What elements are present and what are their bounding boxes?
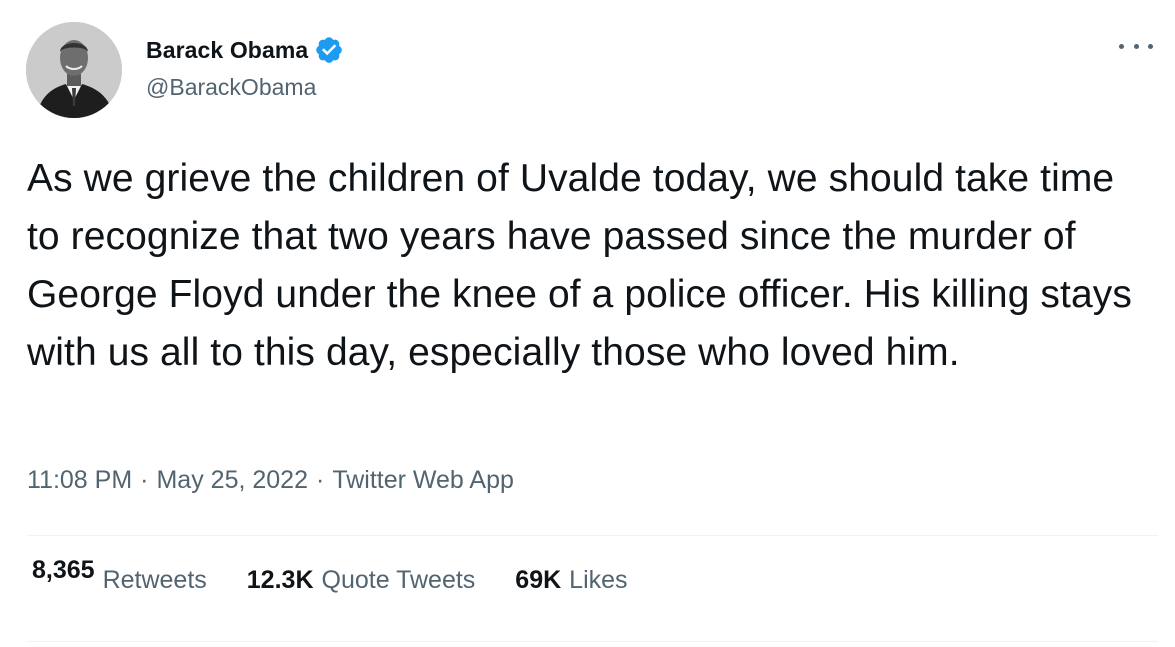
retweets-stat[interactable]: 8,365 Retweets	[32, 556, 207, 595]
author-name-row: Barack Obama	[146, 34, 344, 66]
dot	[1119, 43, 1124, 49]
retweets-label: Retweets	[102, 566, 207, 594]
dot	[1148, 43, 1153, 49]
likes-stat[interactable]: 69K Likes	[515, 566, 627, 595]
avatar[interactable]	[26, 22, 122, 118]
verified-badge-icon	[314, 35, 344, 65]
author-display-name[interactable]: Barack Obama	[146, 37, 308, 64]
meta-separator: ·	[315, 466, 325, 494]
tweet-card: Barack Obama @BarackObama As we grieve t…	[0, 0, 1175, 647]
tweet-source[interactable]: Twitter Web App	[332, 466, 514, 494]
tweet-text: As we grieve the children of Uvalde toda…	[27, 157, 1132, 374]
tweet-time[interactable]: 11:08 PM	[27, 466, 132, 494]
divider	[27, 535, 1158, 536]
more-options-icon[interactable]	[1119, 36, 1153, 56]
likes-label: Likes	[569, 566, 628, 594]
author-handle[interactable]: @BarackObama	[146, 74, 316, 101]
tweet-meta: 11:08 PM · May 25, 2022 · Twitter Web App	[27, 466, 514, 495]
quote-tweets-label: Quote Tweets	[321, 566, 476, 594]
profile-photo-icon	[26, 22, 122, 118]
tweet-stats: 8,365 Retweets 12.3K Quote Tweets 69K Li…	[32, 556, 668, 595]
dot	[1133, 43, 1139, 49]
retweets-count: 8,365	[32, 556, 95, 584]
quote-tweets-count: 12.3K	[246, 566, 314, 594]
divider	[27, 641, 1158, 642]
likes-count: 69K	[515, 566, 562, 594]
meta-separator: ·	[140, 466, 149, 494]
quote-tweets-stat[interactable]: 12.3K Quote Tweets	[247, 566, 476, 595]
tweet-date[interactable]: May 25, 2022	[156, 466, 308, 494]
